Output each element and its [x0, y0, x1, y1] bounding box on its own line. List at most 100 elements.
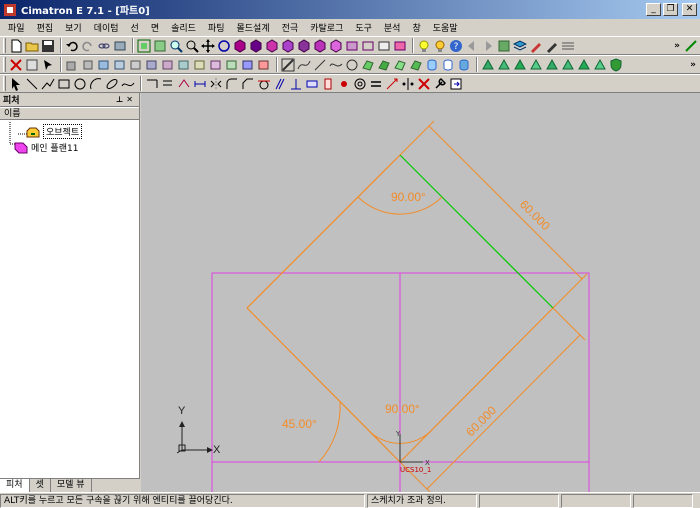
- panel-pin-close-icons[interactable]: ⊥✕: [116, 95, 136, 104]
- menu-parting[interactable]: 파팅: [202, 21, 231, 34]
- boolean-icon[interactable]: [257, 58, 271, 72]
- surface-blend-icon[interactable]: [393, 58, 407, 72]
- concentric-icon[interactable]: [353, 77, 367, 91]
- menu-solid[interactable]: 솔리드: [165, 21, 202, 34]
- toolbar-overflow-icon[interactable]: »: [690, 60, 696, 70]
- sweep-icon[interactable]: [97, 58, 111, 72]
- menu-curve[interactable]: 선: [125, 21, 145, 34]
- cylinder-boss-icon[interactable]: [457, 58, 471, 72]
- tab-features[interactable]: 피처: [0, 479, 30, 492]
- tab-model-view[interactable]: 모델 뷰: [51, 479, 92, 492]
- chamfer-icon[interactable]: [161, 58, 175, 72]
- exit-sketch-icon[interactable]: [449, 77, 463, 91]
- filter-icon[interactable]: [25, 58, 39, 72]
- mold-tool-1-icon[interactable]: [481, 58, 495, 72]
- tangent-icon[interactable]: [257, 77, 271, 91]
- grid-icon[interactable]: [561, 39, 575, 53]
- mold-tool-4-icon[interactable]: [529, 58, 543, 72]
- dim-length-upper-label[interactable]: 60.000: [517, 197, 553, 233]
- back-arrow-icon[interactable]: [465, 39, 479, 53]
- tree-item-main-plane[interactable]: 메인 플랜11: [14, 141, 78, 154]
- sketch-edge-lower-left[interactable]: [246, 307, 401, 463]
- mold-tool-5-icon[interactable]: [545, 58, 559, 72]
- constraint-icon[interactable]: [177, 77, 191, 91]
- hidden-line-icon[interactable]: [377, 39, 391, 53]
- vertical-icon[interactable]: [321, 77, 335, 91]
- redo-icon[interactable]: [81, 39, 95, 53]
- equal-icon[interactable]: [369, 77, 383, 91]
- menu-tools[interactable]: 도구: [349, 21, 378, 34]
- sketch-icon[interactable]: [684, 39, 698, 53]
- dim-angle-top-label[interactable]: 90.00°: [391, 190, 426, 204]
- surface-icon[interactable]: [361, 58, 375, 72]
- line-icon[interactable]: [313, 58, 327, 72]
- bulb-icon[interactable]: [433, 39, 447, 53]
- wrench-icon[interactable]: [433, 77, 447, 91]
- save-icon[interactable]: [41, 39, 55, 53]
- menu-analysis[interactable]: 분석: [378, 21, 407, 34]
- view-back-icon[interactable]: [297, 38, 311, 53]
- options-icon[interactable]: [113, 39, 127, 53]
- open-folder-icon[interactable]: [25, 39, 39, 53]
- menu-edit[interactable]: 편집: [31, 21, 60, 34]
- menu-mold-design[interactable]: 몰드설계: [231, 21, 276, 34]
- mold-tool-7-icon[interactable]: [577, 58, 591, 72]
- sketch-circle-icon[interactable]: [73, 77, 87, 91]
- menu-view[interactable]: 보기: [59, 21, 88, 34]
- sketch-polyline-icon[interactable]: [41, 77, 55, 91]
- graphics-viewport[interactable]: 90.00° 90.00° 45.00° 60.000 60.000 Y X U…: [141, 93, 700, 492]
- coincident-icon[interactable]: [337, 77, 351, 91]
- cylinder-cut-icon[interactable]: [441, 58, 455, 72]
- symmetric-icon[interactable]: [401, 77, 415, 91]
- toolbar-grip[interactable]: [3, 76, 6, 91]
- sketch-rectangle-icon[interactable]: [57, 77, 71, 91]
- hole-icon[interactable]: [129, 58, 143, 72]
- mold-tool-8-icon[interactable]: [593, 58, 607, 72]
- new-file-icon[interactable]: [9, 39, 23, 53]
- pointer-icon[interactable]: [9, 77, 23, 91]
- surface-loft-icon[interactable]: [377, 58, 391, 72]
- menu-catalog[interactable]: 카탈로그: [304, 21, 349, 34]
- fillet-sketch-icon[interactable]: [225, 77, 239, 91]
- toolbar-overflow-icon[interactable]: »: [674, 41, 680, 51]
- tree-item-object[interactable]: 오브젝트: [26, 124, 83, 139]
- draft-icon[interactable]: [193, 58, 207, 72]
- wireframe-icon[interactable]: [361, 39, 375, 53]
- shaded-icon[interactable]: [345, 39, 359, 53]
- delete-icon[interactable]: [9, 58, 23, 72]
- fix-icon[interactable]: [385, 77, 399, 91]
- color-icon[interactable]: [529, 39, 543, 53]
- pan-icon[interactable]: [201, 38, 215, 53]
- offset-icon[interactable]: [161, 77, 175, 91]
- curve-icon[interactable]: [297, 58, 311, 72]
- zoom-in-icon[interactable]: [169, 39, 183, 53]
- trim-icon[interactable]: [145, 77, 159, 91]
- pattern-icon[interactable]: [209, 58, 223, 72]
- mold-tool-2-icon[interactable]: [497, 58, 511, 72]
- sketch-canvas[interactable]: 90.00° 90.00° 45.00° 60.000 60.000 Y X U…: [141, 93, 700, 492]
- toolbar-grip[interactable]: [3, 57, 6, 72]
- search-icon[interactable]: [185, 39, 199, 53]
- sketch-spline-icon[interactable]: [121, 77, 135, 91]
- split-icon[interactable]: [241, 58, 255, 72]
- menu-face[interactable]: 면: [145, 21, 165, 34]
- sketch-arc-icon[interactable]: [89, 77, 103, 91]
- parallel-icon[interactable]: [273, 77, 287, 91]
- minimize-button[interactable]: _: [646, 3, 661, 16]
- pen-icon[interactable]: [545, 39, 559, 53]
- menu-file[interactable]: 파일: [2, 21, 31, 34]
- toolbar-grip[interactable]: [3, 38, 6, 53]
- view-front-icon[interactable]: [233, 38, 247, 53]
- view-bottom-icon[interactable]: [313, 38, 327, 53]
- mirror-sketch-icon[interactable]: [209, 77, 223, 91]
- shell-icon[interactable]: [177, 58, 191, 72]
- layers-icon[interactable]: [513, 39, 527, 53]
- fillet-icon[interactable]: [145, 58, 159, 72]
- select-icon[interactable]: [41, 58, 55, 72]
- mirror-icon[interactable]: [225, 58, 239, 72]
- zoom-window-icon[interactable]: [137, 39, 151, 53]
- zoom-fit-icon[interactable]: [153, 39, 167, 53]
- tree-column-header[interactable]: 이름: [0, 107, 139, 120]
- spline-icon[interactable]: [329, 58, 343, 72]
- close-button[interactable]: ✕: [682, 3, 697, 16]
